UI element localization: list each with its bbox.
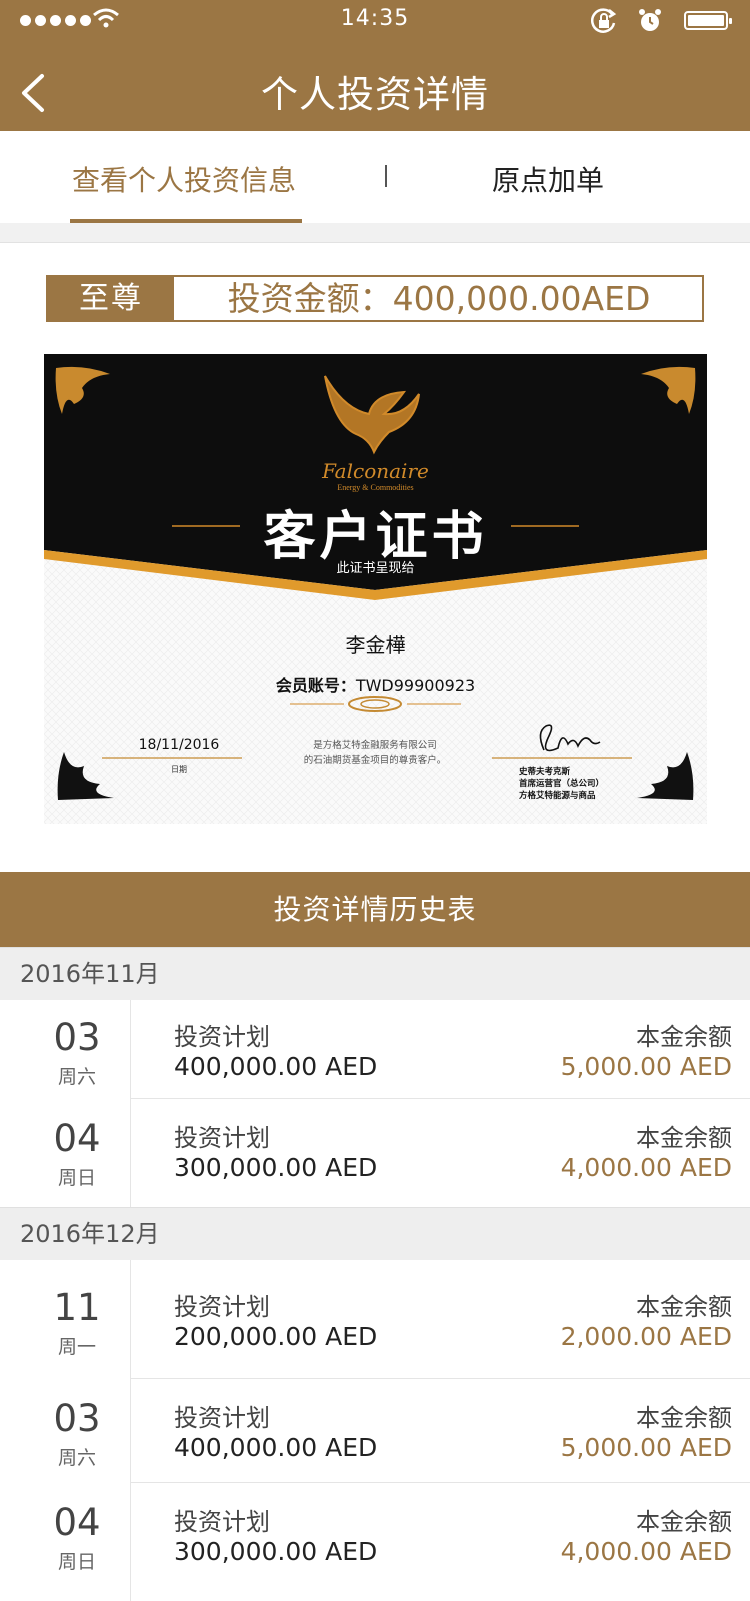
list-item[interactable]: 04 周日 投资计划 300,000.00 AED 本金余额 4,000.00 … (0, 1483, 750, 1601)
certificate-subtitle: 此证书呈现给 (336, 560, 415, 575)
list-item[interactable]: 03 周六 投资计划 400,000.00 AED 本金余额 5,000.00 … (0, 1379, 750, 1482)
plan-value: 400,000.00 AED (174, 1052, 378, 1081)
item-weekday: 周日 (57, 1551, 96, 1573)
balance-value: 5,000.00 AED (560, 1433, 732, 1462)
plan-label: 投资计划 (174, 1508, 270, 1536)
item-day: 04 (53, 1117, 101, 1160)
member-account-label: 会员账号： (275, 676, 356, 695)
tab-bar: 查看个人投资信息 原点加单 (0, 131, 750, 223)
page-title: 个人投资详情 (261, 73, 489, 116)
balance-label: 本金余额 (636, 1124, 732, 1152)
month-header: 2016年11月 (0, 947, 750, 1000)
balance-label: 本金余额 (636, 1023, 732, 1051)
plan-label: 投资计划 (174, 1293, 270, 1321)
level-badge: 至尊 (48, 277, 174, 320)
plan-label: 投资计划 (174, 1404, 270, 1432)
signatory-info: 史蒂夫考克斯 首席运营官（总公司） 方格艾特能源与商品 (519, 765, 659, 801)
certificate-date-label: 日期 (171, 765, 187, 774)
item-weekday: 周日 (57, 1167, 96, 1189)
member-account-number: TWD99900923 (355, 676, 476, 695)
tab-add-order[interactable]: 原点加单 (492, 159, 604, 199)
list-item[interactable]: 11 周一 投资计划 200,000.00 AED 本金余额 2,000.00 … (0, 1260, 750, 1378)
balance-label: 本金余额 (636, 1508, 732, 1536)
month-header: 2016年12月 (0, 1207, 750, 1260)
plan-value: 300,000.00 AED (174, 1537, 378, 1566)
brand-name: Falconaire (322, 459, 429, 483)
plan-value: 400,000.00 AED (174, 1433, 378, 1462)
rotation-lock-icon (591, 8, 617, 33)
balance-value: 2,000.00 AED (560, 1322, 732, 1351)
status-bar: 14:35 (0, 0, 750, 40)
balance-label: 本金余额 (636, 1404, 732, 1432)
signatory-company: 方格艾特能源与商品 (519, 790, 596, 800)
plan-value: 300,000.00 AED (174, 1153, 378, 1182)
balance-value: 4,000.00 AED (560, 1153, 732, 1182)
membership-level-bar: 至尊 投资金额：400,000.00AED (46, 275, 704, 322)
tab-personal-investment[interactable]: 查看个人投资信息 (72, 159, 296, 199)
holder-name: 李金樺 (345, 633, 406, 657)
item-day: 11 (53, 1286, 101, 1329)
plan-label: 投资计划 (174, 1023, 270, 1051)
history-header: 投资详情历史表 (0, 872, 750, 947)
certificate-statement: 是方格艾特金融服务有限公司 的石油期货基金项目的尊贵客户。 (264, 739, 486, 769)
item-day: 04 (53, 1501, 101, 1544)
brand-subtitle: Energy & Commodities (337, 483, 414, 492)
item-day: 03 (53, 1397, 101, 1440)
investment-amount: 投资金额：400,000.00AED (227, 279, 651, 318)
tab-divider (385, 165, 387, 187)
certificate-statement-line: 是方格艾特金融服务有限公司 (313, 741, 437, 751)
item-weekday: 周一 (57, 1336, 96, 1358)
member-account: 会员账号：TWD99900923 (44, 672, 707, 696)
signatory-name: 史蒂夫考克斯 (519, 766, 571, 776)
balance-value: 4,000.00 AED (560, 1537, 732, 1566)
top-bar: 14:35 个人投资详情 (0, 0, 750, 131)
list-item[interactable]: 04 周日 投资计划 300,000.00 AED 本金余额 4,000.00 … (0, 1099, 750, 1207)
signatory-title: 首席运营官（总公司） (519, 778, 605, 788)
item-weekday: 周六 (57, 1066, 96, 1088)
balance-label: 本金余额 (636, 1293, 732, 1321)
list-item[interactable]: 03 周六 投资计划 400,000.00 AED 本金余额 5,000.00 … (0, 1000, 750, 1098)
plan-label: 投资计划 (174, 1124, 270, 1152)
balance-value: 5,000.00 AED (560, 1052, 732, 1081)
item-day: 03 (53, 1016, 101, 1059)
section-gap (0, 223, 750, 243)
certificate-date: 18/11/2016 (138, 737, 220, 753)
item-weekday: 周六 (57, 1447, 96, 1469)
battery-icon (684, 11, 732, 30)
alarm-icon (639, 9, 661, 31)
certificate-statement-line: 的石油期货基金项目的尊贵客户。 (303, 756, 447, 766)
client-certificate: Falconaire Energy & Commodities 客户证书 此证书… (44, 354, 707, 824)
plan-value: 200,000.00 AED (174, 1322, 378, 1351)
